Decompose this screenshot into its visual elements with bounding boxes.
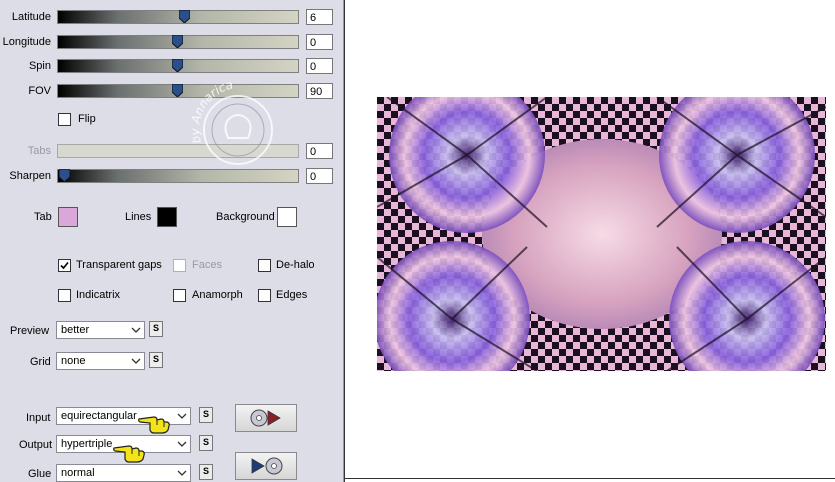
indicatrix-label: Indicatrix bbox=[76, 289, 121, 301]
preview-select-value: better bbox=[61, 324, 90, 336]
slider-thumb[interactable] bbox=[179, 10, 190, 23]
input-label: Input bbox=[26, 412, 51, 424]
pointing-hand-icon bbox=[138, 416, 170, 434]
edges-checkbox[interactable] bbox=[258, 289, 271, 302]
chevron-down-icon bbox=[177, 441, 187, 447]
grid-label: Grid bbox=[30, 356, 51, 368]
glue-select-value: normal bbox=[61, 467, 95, 479]
chevron-down-icon bbox=[177, 470, 187, 476]
faces-label: Faces bbox=[192, 259, 222, 271]
pointing-hand-icon bbox=[113, 445, 145, 463]
lines-color-swatch[interactable] bbox=[157, 207, 177, 227]
disc-to-play-icon bbox=[250, 409, 281, 427]
watermark: by Annarica bbox=[174, 60, 298, 180]
anamorph-checkbox[interactable] bbox=[173, 289, 186, 302]
grid-select[interactable]: none bbox=[56, 352, 145, 370]
transparent-gaps-label: Transparent gaps bbox=[76, 259, 162, 271]
anamorph-label: Anamorph bbox=[192, 289, 243, 301]
sharpen-input[interactable]: 0 bbox=[306, 168, 333, 184]
checkmark-icon bbox=[60, 261, 69, 270]
preview-select[interactable]: better bbox=[56, 321, 145, 339]
play-to-disc-icon bbox=[251, 457, 283, 475]
save-output-button[interactable] bbox=[235, 452, 297, 480]
load-input-button[interactable] bbox=[235, 404, 297, 432]
indicatrix-checkbox[interactable] bbox=[58, 289, 71, 302]
longitude-input[interactable]: 0 bbox=[306, 34, 333, 50]
latitude-input[interactable]: 6 bbox=[306, 9, 333, 25]
fov-input[interactable]: 90 bbox=[306, 83, 333, 99]
longitude-label: Longitude bbox=[2, 36, 51, 48]
tab-color-label: Tab bbox=[34, 211, 52, 223]
fov-label: FOV bbox=[28, 85, 51, 97]
latitude-label: Latitude bbox=[11, 11, 51, 23]
tabs-input[interactable]: 0 bbox=[306, 143, 333, 159]
background-color-swatch[interactable] bbox=[277, 207, 297, 227]
input-s-button[interactable]: S bbox=[199, 407, 213, 423]
slider-thumb[interactable] bbox=[59, 169, 70, 182]
output-label: Output bbox=[19, 439, 53, 451]
glue-s-button[interactable]: S bbox=[199, 464, 213, 480]
preview-label: Preview bbox=[10, 325, 50, 337]
background-color-label: Background bbox=[216, 211, 275, 223]
longitude-slider[interactable] bbox=[57, 35, 299, 49]
sharpen-label: Sharpen bbox=[9, 170, 51, 182]
flip-checkbox[interactable] bbox=[58, 113, 71, 126]
input-select-value: equirectangular bbox=[61, 410, 137, 422]
grid-s-button[interactable]: S bbox=[149, 352, 163, 368]
flip-label: Flip bbox=[78, 113, 96, 125]
grid-select-value: none bbox=[61, 355, 86, 367]
output-select-value: hypertriple bbox=[61, 438, 113, 450]
preview-s-button[interactable]: S bbox=[149, 321, 163, 337]
kaleidoscope-preview bbox=[374, 77, 827, 397]
longitude-row: Longitude 0 bbox=[0, 34, 343, 52]
latitude-slider[interactable] bbox=[57, 10, 299, 24]
spin-label: Spin bbox=[28, 60, 51, 72]
chevron-down-icon bbox=[177, 413, 187, 419]
edges-label: Edges bbox=[276, 289, 308, 301]
chevron-down-icon bbox=[131, 358, 141, 364]
output-s-button[interactable]: S bbox=[199, 435, 213, 451]
settings-panel: Latitude 6 Longitude 0 Spin 0 FOV 90 Fli… bbox=[0, 0, 344, 482]
latitude-row: Latitude 6 bbox=[0, 9, 343, 27]
watermark-seal: by Annarica bbox=[174, 77, 273, 165]
tab-color-swatch[interactable] bbox=[58, 207, 78, 227]
dehalo-checkbox[interactable] bbox=[258, 259, 271, 272]
preview-image bbox=[374, 77, 827, 397]
tabs-label: Tabs bbox=[27, 145, 51, 157]
dehalo-label: De-halo bbox=[276, 259, 315, 271]
lines-color-label: Lines bbox=[125, 211, 152, 223]
glue-select[interactable]: normal bbox=[56, 464, 191, 482]
slider-thumb[interactable] bbox=[172, 35, 183, 48]
chevron-down-icon bbox=[131, 327, 141, 333]
faces-checkbox[interactable] bbox=[173, 259, 186, 272]
preview-border bbox=[345, 478, 835, 479]
transparent-gaps-checkbox[interactable] bbox=[58, 259, 71, 272]
glue-label: Glue bbox=[28, 468, 52, 480]
spin-input[interactable]: 0 bbox=[306, 58, 333, 74]
